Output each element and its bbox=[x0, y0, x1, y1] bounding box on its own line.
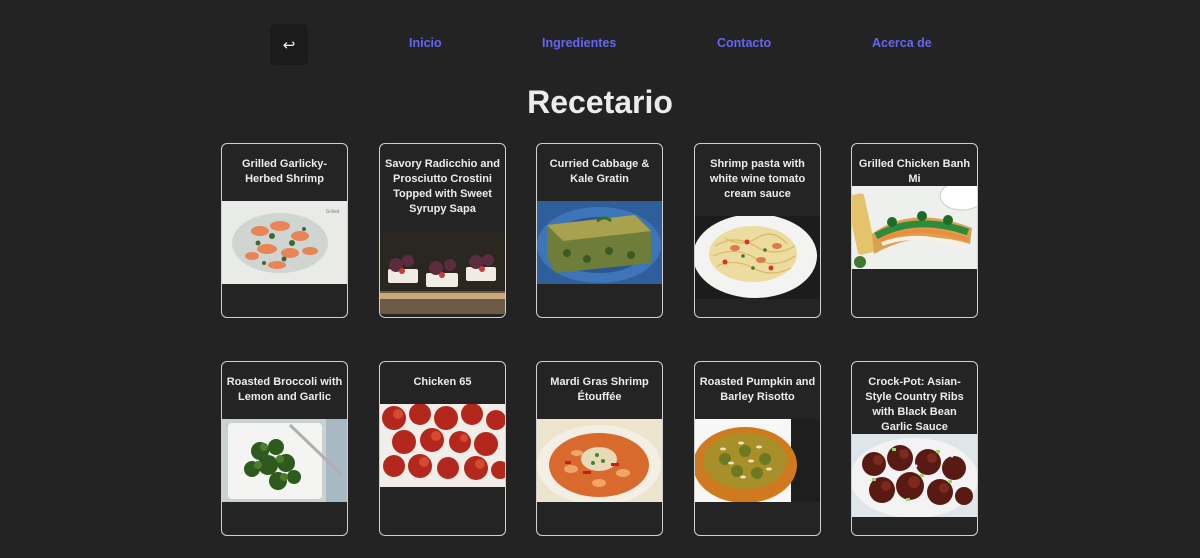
recipe-card[interactable]: Chicken 65 bbox=[379, 361, 506, 536]
back-button[interactable]: ↩ bbox=[270, 24, 308, 65]
recipe-title: Shrimp pasta with white wine tomato crea… bbox=[709, 158, 806, 200]
recipe-title: Grilled Chicken Banh Mi bbox=[858, 158, 971, 185]
recipe-card[interactable]: Crock-Pot: Asian-Style Country Ribs with… bbox=[851, 361, 978, 536]
recipe-image bbox=[380, 231, 505, 314]
nav-link-inicio[interactable]: Inicio bbox=[409, 36, 442, 50]
recipe-image bbox=[537, 201, 662, 284]
recipe-title: Roasted Pumpkin and Barley Risotto bbox=[699, 376, 816, 403]
recipe-title: Curried Cabbage & Kale Gratin bbox=[549, 158, 650, 185]
recipe-card[interactable]: Mardi Gras Shrimp Étouffée bbox=[536, 361, 663, 536]
recipe-card[interactable]: Grilled Chicken Banh Mi bbox=[851, 143, 978, 318]
recipe-image bbox=[695, 419, 820, 502]
svg-text:Grilled: Grilled bbox=[326, 209, 340, 214]
nav-link-acerca-de[interactable]: Acerca de bbox=[872, 36, 932, 50]
recipe-image bbox=[852, 434, 977, 517]
recipe-image bbox=[537, 419, 662, 502]
recipe-card[interactable]: Roasted Pumpkin and Barley Risotto bbox=[694, 361, 821, 536]
recipe-card[interactable]: Savory Radicchio and Prosciutto Crostini… bbox=[379, 143, 506, 318]
recipe-title: Mardi Gras Shrimp Étouffée bbox=[550, 376, 649, 403]
recipe-card[interactable]: Roasted Broccoli with Lemon and Garlic bbox=[221, 361, 348, 536]
recipe-title: Chicken 65 bbox=[413, 376, 472, 388]
recipe-card[interactable]: Shrimp pasta with white wine tomato crea… bbox=[694, 143, 821, 318]
recipe-card[interactable]: Curried Cabbage & Kale Gratin bbox=[536, 143, 663, 318]
nav-link-contacto[interactable]: Contacto bbox=[717, 36, 771, 50]
nav-link-ingredientes[interactable]: Ingredientes bbox=[542, 36, 616, 50]
recipe-image bbox=[852, 186, 977, 269]
return-arrow-icon: ↩ bbox=[282, 36, 296, 54]
recipe-title: Grilled Garlicky-Herbed Shrimp bbox=[242, 158, 327, 185]
page-title: Recetario bbox=[527, 84, 673, 120]
recipe-image bbox=[380, 404, 505, 487]
recipe-title: Crock-Pot: Asian-Style Country Ribs with… bbox=[865, 376, 964, 433]
top-nav: ↩ Inicio Ingredientes Contacto Acerca de bbox=[0, 24, 1200, 65]
recipe-image bbox=[222, 419, 347, 502]
recipe-title: Savory Radicchio and Prosciutto Crostini… bbox=[385, 158, 500, 215]
recipe-image bbox=[695, 216, 820, 299]
recipe-image: Grilled bbox=[222, 201, 347, 284]
recipe-card[interactable]: Grilled Garlicky-Herbed Shrimp Grilled bbox=[221, 143, 348, 318]
recipe-title: Roasted Broccoli with Lemon and Garlic bbox=[226, 376, 343, 403]
